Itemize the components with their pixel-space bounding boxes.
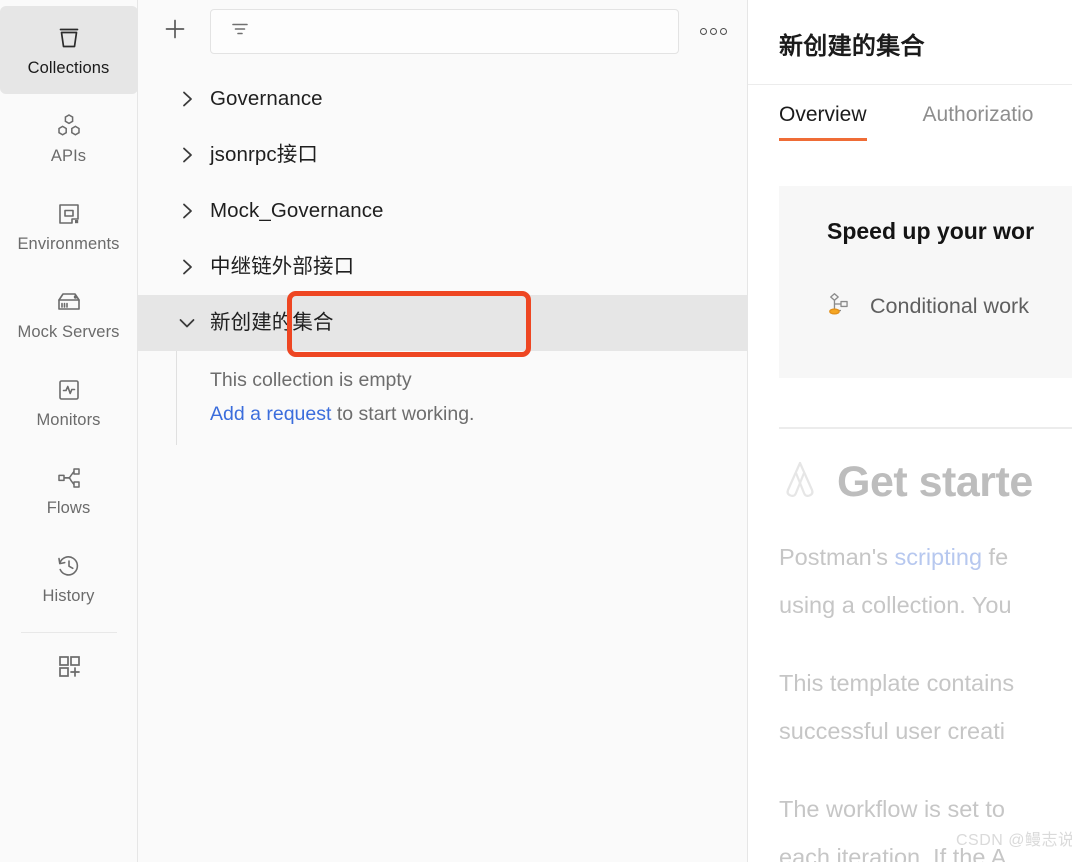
- collection-detail-pane: 新创建的集合 Overview Authorizatio Speed up yo…: [748, 0, 1072, 862]
- filter-input[interactable]: [210, 9, 679, 54]
- chevron-right-icon[interactable]: [176, 88, 198, 110]
- collection-row-new-collection[interactable]: 新创建的集合: [138, 295, 747, 351]
- collection-name: jsonrpc接口: [210, 142, 318, 166]
- rail-item-apis[interactable]: APIs: [0, 94, 138, 182]
- tab-authorization[interactable]: Authorizatio: [923, 85, 1034, 125]
- more-horizontal-icon: [709, 28, 717, 35]
- sidebar-more-actions-button[interactable]: [693, 12, 733, 52]
- get-started-section: Get starte Postman's scripting fe using …: [779, 458, 1072, 862]
- page-title: 新创建的集合: [779, 33, 925, 60]
- get-started-paragraph-1: Postman's scripting fe: [779, 533, 1072, 581]
- collection-list: Governance jsonrpc接口 Mock_Governance 中继链…: [138, 63, 747, 445]
- plus-icon: [162, 16, 188, 47]
- para1-pre: Postman's: [779, 544, 895, 570]
- chevron-right-icon[interactable]: [176, 144, 198, 166]
- postman-window: Collections APIs Environments Mock Serve…: [0, 0, 1072, 862]
- collection-empty-state: This collection is empty Add a request t…: [176, 351, 747, 445]
- apis-icon: [54, 111, 84, 141]
- collection-name: 中继链外部接口: [210, 254, 355, 278]
- history-icon: [54, 551, 84, 581]
- flows-icon: [54, 463, 84, 493]
- collection-name: Mock_Governance: [210, 198, 384, 222]
- tab-label: Authorizatio: [922, 103, 1034, 126]
- get-started-heading: Get starte: [779, 458, 1072, 507]
- rail-item-label: Collections: [27, 59, 110, 78]
- collection-row-relay-chain[interactable]: 中继链外部接口: [138, 239, 747, 295]
- tab-overview[interactable]: Overview: [779, 85, 867, 141]
- rail-item-label: History: [42, 587, 95, 606]
- sidebar-toolbar: [138, 0, 747, 63]
- rail-add-module[interactable]: [0, 633, 138, 703]
- rail-item-collections[interactable]: Collections: [0, 6, 138, 94]
- rail-item-label: APIs: [50, 147, 87, 166]
- promo-card: Speed up your wor Conditional work: [779, 186, 1072, 378]
- detail-tabbar: Overview Authorizatio: [748, 84, 1072, 146]
- get-started-paragraph-2-line1: This template contains: [779, 670, 1015, 696]
- get-started-paragraph-2-line2: successful user creati: [779, 718, 1005, 744]
- rail-item-label: Monitors: [36, 411, 101, 430]
- para1-mid: fe: [982, 544, 1009, 570]
- rail-item-environments[interactable]: Environments: [0, 182, 138, 270]
- rail-item-monitors[interactable]: Monitors: [0, 358, 138, 446]
- new-collection-button[interactable]: [154, 11, 196, 53]
- rail-item-mock-servers[interactable]: Mock Servers: [0, 270, 138, 358]
- collection-name: 新创建的集合: [210, 310, 334, 334]
- monitors-icon: [54, 375, 84, 405]
- more-horizontal-icon: [719, 28, 727, 35]
- tab-label: Overview: [779, 103, 867, 126]
- left-rail: Collections APIs Environments Mock Serve…: [0, 0, 138, 862]
- collection-row-jsonrpc[interactable]: jsonrpc接口: [138, 127, 747, 183]
- promo-item-conditional-workflow[interactable]: Conditional work: [827, 290, 1072, 323]
- rail-item-label: Mock Servers: [17, 323, 120, 342]
- get-started-title: Get starte: [837, 458, 1033, 506]
- filter-icon: [229, 18, 251, 45]
- add-a-request-link[interactable]: Add a request: [210, 403, 331, 425]
- promo-title: Speed up your wor: [827, 218, 1035, 244]
- mock-servers-icon: [54, 287, 84, 317]
- promo-item-label: Conditional work: [870, 293, 1029, 318]
- csdn-watermark: CSDN @鳗志说: [956, 832, 1072, 849]
- chevron-right-icon[interactable]: [176, 200, 198, 222]
- collections-icon: [54, 23, 84, 53]
- get-started-paragraph-1-line2: using a collection. You: [779, 592, 1012, 618]
- empty-state-line2-rest: to start working.: [331, 403, 475, 425]
- rail-item-label: Environments: [17, 235, 120, 254]
- postman-logo-icon: [779, 458, 823, 507]
- scripting-link[interactable]: scripting: [895, 544, 983, 570]
- collections-sidebar: Governance jsonrpc接口 Mock_Governance 中继链…: [138, 0, 748, 862]
- add-module-icon: [54, 651, 84, 686]
- more-horizontal-icon: [699, 28, 707, 35]
- rail-item-label: Flows: [46, 499, 91, 518]
- collection-row-mock-governance[interactable]: Mock_Governance: [138, 183, 747, 239]
- empty-state-line1: This collection is empty: [210, 369, 412, 391]
- collection-row-governance[interactable]: Governance: [138, 71, 747, 127]
- pane-divider: [779, 427, 1072, 429]
- conditional-workflow-icon: [827, 290, 855, 323]
- environments-icon: [54, 199, 84, 229]
- rail-item-flows[interactable]: Flows: [0, 446, 138, 534]
- chevron-right-icon[interactable]: [176, 256, 198, 278]
- empty-state-line2: Add a request to start working.: [210, 397, 747, 431]
- rail-item-history[interactable]: History: [0, 534, 138, 622]
- collection-name: Governance: [210, 86, 323, 110]
- chevron-down-icon[interactable]: [176, 312, 198, 334]
